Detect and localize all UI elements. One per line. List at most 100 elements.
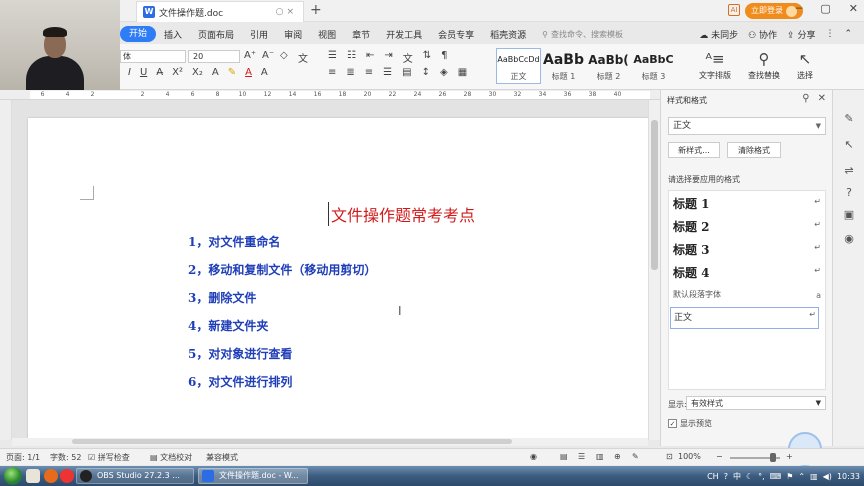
zoom-slider-handle[interactable] [770,453,776,462]
list-item[interactable]: 5，对对象进行查看 [188,346,376,374]
lang-indicator[interactable]: 中 [733,471,741,482]
horizontal-ruler[interactable]: 6 4 2 2 4 6 8 10 12 14 16 18 20 22 24 26 28 30 32 34 36 38 40 [0,90,660,100]
cursor-icon[interactable]: ↖ [842,138,856,152]
taskbar-obs[interactable]: OBS Studio 27.2.3 ... [76,468,194,484]
firefox-icon[interactable] [44,469,58,483]
minimize-button[interactable]: ─ [796,2,803,15]
new-tab-button[interactable]: + [310,2,322,18]
horizontal-scrollbar[interactable] [12,438,648,446]
start-button[interactable] [4,467,22,485]
style-card-normal[interactable]: AaBbCcDd 正文 [496,48,541,84]
unsynced-button[interactable]: ☁ 未同步 [699,28,738,41]
style-entry-default-font[interactable]: 默认段落字体 a [673,289,823,309]
document-page[interactable]: 文件操作题常考考点 1，对文件重命名 2，移动和复制文件（移动用剪切） 3，删除… [28,118,648,440]
phonetic-icon[interactable]: 文 [298,50,308,65]
pin-icon[interactable]: ⚲ [802,93,809,104]
zoom-fit-icon[interactable]: ⊡ [666,452,673,461]
login-button[interactable]: 立即登录 [745,3,803,19]
chinese-layout-icon[interactable]: 文 [403,50,413,65]
border-icon[interactable]: ▦ [458,67,467,78]
menu-item-home[interactable]: 开始 [120,26,157,42]
tray-expand-icon[interactable]: ⌃ [798,472,805,481]
clear-format-button[interactable]: 清除格式 [727,142,781,158]
list-item[interactable]: 4，新建文件夹 [188,318,376,346]
zoom-out-icon[interactable]: − [716,452,723,461]
location-icon[interactable]: ◉ [842,232,856,246]
strikethrough-icon[interactable]: A̶ [156,67,163,78]
horizontal-scroll-thumb[interactable] [72,439,512,444]
increase-indent-icon[interactable]: ⇥ [384,50,392,65]
show-preview-checkbox[interactable]: ✓ 显示预览 [668,418,712,429]
spell-check-button[interactable]: ☑ 拼写检查 [88,452,130,463]
clear-format-icon[interactable]: ◇ [280,50,288,61]
adjust-icon[interactable]: ⇌ [842,164,856,178]
font-color-icon[interactable]: A [245,67,252,78]
proofread-button[interactable]: ▤ 文档校对 [150,452,192,463]
select-button[interactable]: ↖ 选择 [790,48,820,81]
clock[interactable]: 10:33 [837,472,860,481]
document-tab[interactable]: W 文件操作题.doc ○× [136,1,304,22]
grow-font-icon[interactable]: A⁺ [244,50,256,61]
share-button[interactable]: ⇪ 分享 [787,28,815,41]
edit-icon[interactable]: ✎ [842,112,856,126]
bullet-list-icon[interactable]: ☰ [328,50,337,65]
numbered-list-icon[interactable]: ☷ [347,50,356,65]
sort-icon[interactable]: ⇅ [423,50,431,65]
line-spacing-icon[interactable]: ↕ [422,67,430,78]
document-title[interactable]: 文件操作题常考考点 [328,202,475,226]
style-entry-normal[interactable]: 正文 ↵ [670,307,819,329]
shading-icon[interactable]: ◈ [440,67,448,78]
volume-icon[interactable]: ◀) [823,472,832,481]
maximize-button[interactable]: ▢ [820,2,830,15]
shrink-font-icon[interactable]: A⁻ [262,50,274,61]
new-style-button[interactable]: 新样式... [668,142,720,158]
show-marks-icon[interactable]: ¶ [441,50,447,65]
font-name-select[interactable]: 体 [120,50,186,63]
decrease-indent-icon[interactable]: ⇤ [366,50,374,65]
moon-icon[interactable]: ☾ [746,472,753,481]
menu-item-insert[interactable]: 插入 [156,28,190,41]
style-card-heading-3[interactable]: AaBbC 标题 3 [631,48,676,84]
dot-icon[interactable]: °, [758,472,765,481]
menu-item-review[interactable]: 审阅 [276,28,310,41]
menu-item-references[interactable]: 引用 [242,28,276,41]
zoom-value[interactable]: 100% [678,452,701,461]
style-entry-heading-2[interactable]: 标题 2 ↵ [673,218,823,238]
vertical-scrollbar[interactable] [648,100,660,440]
distribute-icon[interactable]: ▤ [402,67,411,78]
font-size-select[interactable]: 20 [188,50,240,63]
network-icon[interactable]: ▥ [810,472,818,481]
style-card-heading-1[interactable]: AaBb 标题 1 [541,48,586,84]
list-item[interactable]: 3，删除文件 [188,290,376,318]
highlight-icon[interactable]: ✎ [228,67,236,78]
char-border-icon[interactable]: A [261,67,268,78]
italic-icon[interactable]: I [128,67,131,78]
show-filter-select[interactable]: 有效样式 ▼ [686,396,826,410]
vertical-ruler[interactable] [0,100,12,440]
underline-icon[interactable]: U [140,67,147,78]
style-entry-heading-3[interactable]: 标题 3 ↵ [673,241,823,261]
more-icon[interactable]: ⋮ [825,29,834,39]
align-left-icon[interactable]: ≡ [328,67,336,78]
current-style-select[interactable]: 正文 ▼ [668,117,826,135]
menu-item-page-layout[interactable]: 页面布局 [190,28,242,41]
pane-close-icon[interactable]: ✕ [818,93,826,104]
collab-button[interactable]: ⚇ 协作 [748,28,777,41]
justify-icon[interactable]: ☰ [383,67,392,78]
text-layout-button[interactable]: ᴬ≡ 文字排版 [695,48,735,81]
find-replace-button[interactable]: ⚲ 查找替换 [742,48,786,81]
document-canvas[interactable]: 文件操作题常考考点 1，对文件重命名 2，移动和复制文件（移动用剪切） 3，删除… [12,100,648,440]
align-right-icon[interactable]: ≡ [365,67,373,78]
subscript-icon[interactable]: X₂ [192,67,203,78]
menu-item-docer[interactable]: 稻壳资源 [482,28,534,41]
eye-icon[interactable]: ◉ [530,452,537,461]
shirt-icon[interactable]: ⚑ [786,472,793,481]
command-search[interactable]: ⚲ 查找命令、搜索模板 [534,29,631,40]
zoom-in-icon[interactable]: + [786,452,793,461]
keyboard-icon[interactable]: ⌨ [770,472,782,481]
image-icon[interactable]: ▣ [842,208,856,222]
ai-icon[interactable]: AI [728,4,740,16]
pen-icon[interactable]: ✎ [632,452,639,461]
style-entry-heading-4[interactable]: 标题 4 ↵ [673,264,823,284]
outline-view-icon[interactable]: ☰ [578,452,585,461]
